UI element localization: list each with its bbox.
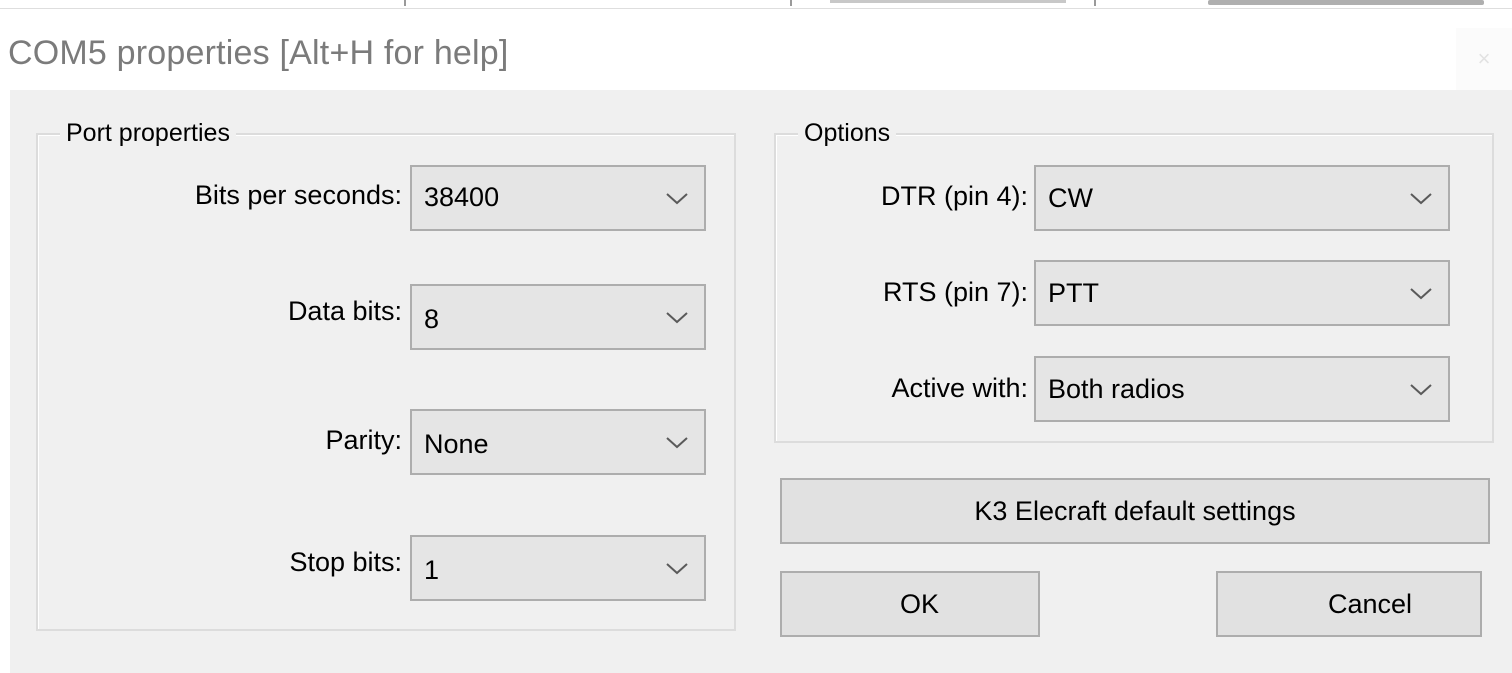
options-label: Options [798,119,897,148]
cancel-button[interactable]: Cancel [1216,571,1482,637]
port-properties-group: Port properties Bits per seconds: 38400 … [36,119,736,631]
bits-per-second-label: Bits per seconds: [194,180,402,210]
chevron-down-icon [666,193,688,205]
cancel-label: Cancel [1327,588,1412,619]
bits-per-second-select[interactable]: 38400 [410,165,706,231]
active-with-label: Active with: [891,373,1028,403]
stop-bits-label: Stop bits: [289,547,402,577]
rts-value: PTT [1048,278,1099,308]
options-group: Options DTR (pin 4): CW RTS (pin 7): PTT… [774,119,1494,443]
data-bits-label: Data bits: [287,296,402,326]
k3-default-settings-button[interactable]: K3 Elecraft default settings [780,478,1490,544]
parity-select[interactable]: None [410,409,706,475]
chevron-down-icon [666,563,688,575]
ok-label: OK [900,588,940,619]
window-title: COM5 properties [Alt+H for help] [8,34,509,72]
ok-button[interactable]: OK [780,571,1040,637]
close-icon: × [1477,46,1491,71]
background-tick [790,0,792,6]
close-button[interactable]: × [1456,28,1512,90]
background-window-strip [0,0,1512,10]
chevron-down-icon [1410,288,1432,300]
bits-per-second-value: 38400 [424,182,500,212]
parity-label: Parity: [325,425,402,455]
background-text-fragment [1208,0,1484,5]
dtr-label: DTR (pin 4): [880,181,1028,211]
chevron-down-icon [666,437,688,449]
chevron-down-icon [1410,193,1432,205]
background-divider [0,8,1512,9]
rts-select[interactable]: PTT [1034,260,1450,326]
background-bar [830,0,1066,3]
chevron-down-icon [666,312,688,324]
dtr-select[interactable]: CW [1034,165,1450,231]
port-properties-label: Port properties [60,119,236,148]
stop-bits-value: 1 [424,555,440,585]
stop-bits-select[interactable]: 1 [410,535,706,601]
background-tick [1094,0,1096,6]
active-with-value: Both radios [1048,374,1185,404]
k3-default-settings-label: K3 Elecraft default settings [974,495,1296,526]
background-tick [404,0,406,6]
data-bits-select[interactable]: 8 [410,284,706,350]
dtr-value: CW [1048,183,1093,213]
chevron-down-icon [1410,384,1432,396]
rts-label: RTS (pin 7): [882,277,1028,307]
data-bits-value: 8 [424,304,440,334]
dialog-body: Port properties Bits per seconds: 38400 … [10,90,1512,673]
title-bar[interactable]: COM5 properties [Alt+H for help] × [0,10,1512,90]
parity-value: None [424,429,489,459]
active-with-select[interactable]: Both radios [1034,356,1450,422]
